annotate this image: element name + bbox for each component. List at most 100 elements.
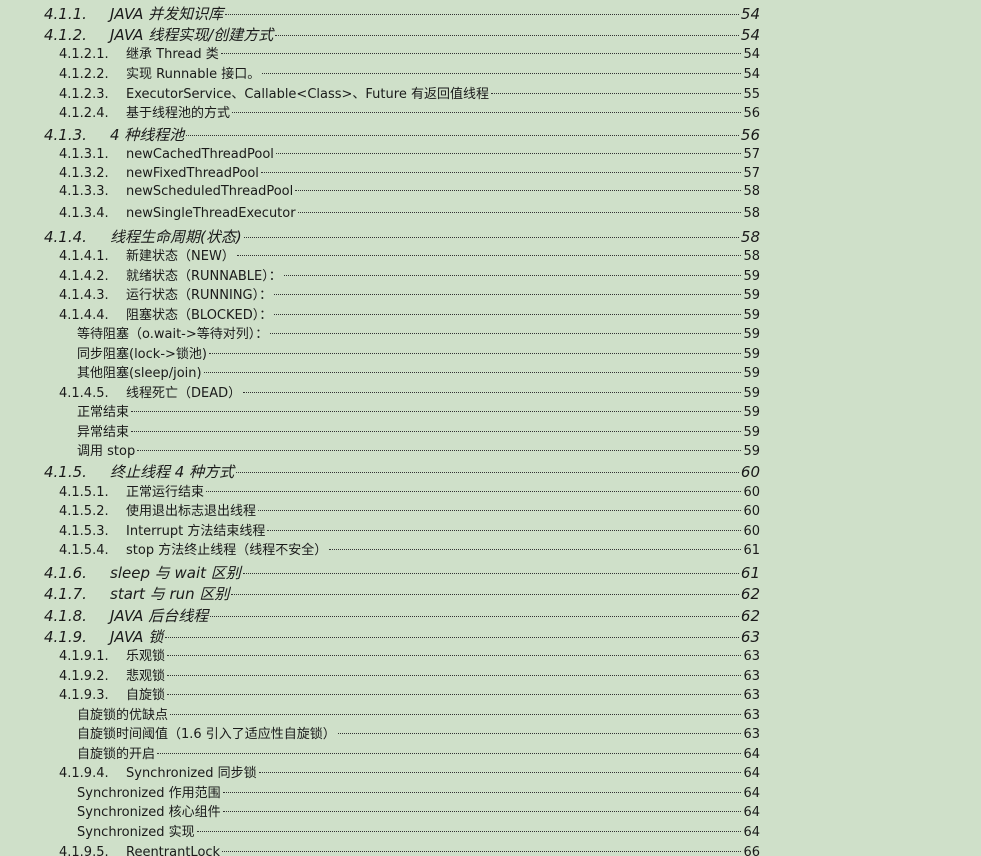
- toc-entry[interactable]: 4.1.4.4. 阻塞状态（BLOCKED）： 59: [0, 306, 981, 326]
- toc-entry[interactable]: 4.1.2.4. 基于线程池的方式 56: [0, 104, 981, 124]
- toc-entry-link[interactable]: ReentrantLock 66: [126, 843, 760, 856]
- toc-entry[interactable]: Synchronized 作用范围 64: [0, 784, 981, 804]
- toc-entry[interactable]: 异常结束 59: [0, 423, 981, 443]
- toc-entry[interactable]: 4.1.9.3. 自旋锁 63: [0, 686, 981, 706]
- toc-entry[interactable]: 4.1.9.2. 悲观锁 63: [0, 667, 981, 687]
- toc-entry[interactable]: 4.1.9.5. ReentrantLock 66: [0, 843, 981, 856]
- toc-entry[interactable]: 4.1.8. JAVA 后台线程 62: [0, 606, 981, 626]
- toc-entry-link[interactable]: 自旋锁的优缺点 63: [77, 706, 760, 726]
- toc-entry-link[interactable]: 线程死亡（DEAD） 59: [126, 384, 760, 404]
- toc-entry-link[interactable]: 自旋锁 63: [126, 686, 760, 706]
- dot-leader: [167, 694, 742, 695]
- toc-entry-link[interactable]: ExecutorService、Callable<Class>、Future 有…: [126, 85, 760, 105]
- toc-entry[interactable]: 4.1.4.3. 运行状态（RUNNING）： 59: [0, 286, 981, 306]
- toc-entry[interactable]: 4.1.5.2. 使用退出标志退出线程 60: [0, 502, 981, 522]
- toc-entry-link[interactable]: 调用 stop 59: [77, 442, 760, 462]
- toc-entry-link[interactable]: 4 种线程池 56: [110, 125, 760, 145]
- toc-entry[interactable]: 4.1.3. 4 种线程池 56: [0, 125, 981, 145]
- toc-entry-link[interactable]: JAVA 后台线程 62: [110, 606, 760, 626]
- toc-entry[interactable]: 4.1.9.4. Synchronized 同步锁 64: [0, 764, 981, 784]
- toc-entry-link[interactable]: 等待阻塞（o.wait->等待对列）： 59: [77, 325, 760, 345]
- toc-entry[interactable]: 等待阻塞（o.wait->等待对列）： 59: [0, 325, 981, 345]
- toc-entry-link[interactable]: sleep 与 wait 区别 61: [110, 563, 760, 583]
- toc-entry[interactable]: 4.1.9.1. 乐观锁 63: [0, 647, 981, 667]
- toc-entry-link[interactable]: 基于线程池的方式 56: [126, 104, 760, 124]
- toc-entry[interactable]: 4.1.5.3. Interrupt 方法结束线程 60: [0, 522, 981, 542]
- toc-entry[interactable]: 调用 stop 59: [0, 442, 981, 462]
- toc-entry-link[interactable]: 自旋锁的开启 64: [77, 745, 760, 765]
- toc-entry-link[interactable]: newSingleThreadExecutor 58: [126, 204, 760, 224]
- toc-entry[interactable]: 4.1.2.1. 继承 Thread 类 54: [0, 45, 981, 65]
- toc-entry-title: Synchronized 实现: [77, 825, 195, 840]
- toc-entry-number: 4.1.4.2.: [59, 269, 109, 284]
- toc-entry[interactable]: 4.1.2.3. ExecutorService、Callable<Class>、…: [0, 85, 981, 105]
- toc-entry[interactable]: 4.1.3.4. newSingleThreadExecutor 58: [0, 204, 981, 224]
- toc-entry[interactable]: 正常结束 59: [0, 403, 981, 423]
- toc-entry-link[interactable]: 线程生命周期(状态) 58: [110, 227, 760, 247]
- toc-entry-title: stop 方法终止线程（线程不安全）: [126, 543, 328, 558]
- toc-entry[interactable]: 4.1.4.5. 线程死亡（DEAD） 59: [0, 384, 981, 404]
- toc-entry-link[interactable]: Synchronized 核心组件 64: [77, 803, 760, 823]
- toc-entry-title: 运行状态（RUNNING）：: [126, 288, 273, 303]
- toc-entry-link[interactable]: newFixedThreadPool 57: [126, 164, 760, 184]
- toc-entry[interactable]: 4.1.7. start 与 run 区别 62: [0, 584, 981, 604]
- toc-entry[interactable]: 4.1.3.1. newCachedThreadPool 57: [0, 145, 981, 165]
- toc-entry[interactable]: 4.1.4.2. 就绪状态（RUNNABLE）： 59: [0, 267, 981, 287]
- toc-entry[interactable]: 4.1.1. JAVA 并发知识库 54: [0, 4, 981, 24]
- toc-entry[interactable]: 4.1.5. 终止线程 4 种方式 60: [0, 462, 981, 482]
- toc-entry-link[interactable]: JAVA 并发知识库 54: [110, 4, 760, 24]
- toc-entry-number: 4.1.4.3.: [59, 288, 109, 303]
- toc-entry[interactable]: 其他阻塞(sleep/join) 59: [0, 364, 981, 384]
- dot-leader: [258, 510, 742, 511]
- toc-entry-link[interactable]: 正常结束 59: [77, 403, 760, 423]
- toc-entry[interactable]: 4.1.5.1. 正常运行结束 60: [0, 483, 981, 503]
- toc-entry[interactable]: Synchronized 核心组件 64: [0, 803, 981, 823]
- toc-entry-link[interactable]: 实现 Runnable 接口。 54: [126, 65, 760, 85]
- toc-entry[interactable]: 4.1.6. sleep 与 wait 区别 61: [0, 563, 981, 583]
- toc-entry-link[interactable]: 就绪状态（RUNNABLE）： 59: [126, 267, 760, 287]
- toc-entry-title: Synchronized 同步锁: [126, 766, 257, 781]
- toc-entry-link[interactable]: 运行状态（RUNNING）： 59: [126, 286, 760, 306]
- toc-entry-link[interactable]: Interrupt 方法结束线程 60: [126, 522, 760, 542]
- toc-entry-title: JAVA 锁: [110, 628, 164, 646]
- toc-entry-link[interactable]: Synchronized 作用范围 64: [77, 784, 760, 804]
- toc-entry[interactable]: 4.1.3.2. newFixedThreadPool 57: [0, 164, 981, 184]
- toc-entry[interactable]: 自旋锁的优缺点 63: [0, 706, 981, 726]
- toc-entry-link[interactable]: 新建状态（NEW） 58: [126, 247, 760, 267]
- toc-entry-page-number: 64: [743, 766, 760, 781]
- dot-leader: [231, 594, 739, 595]
- toc-entry-link[interactable]: newScheduledThreadPool 58: [126, 182, 760, 202]
- toc-entry-link[interactable]: 继承 Thread 类 54: [126, 45, 760, 65]
- toc-entry[interactable]: 4.1.4.1. 新建状态（NEW） 58: [0, 247, 981, 267]
- toc-entry-page-number: 57: [743, 166, 760, 181]
- toc-entry-link[interactable]: start 与 run 区别 62: [110, 584, 760, 604]
- toc-entry[interactable]: 4.1.2. JAVA 线程实现/创建方式 54: [0, 25, 981, 45]
- toc-entry-link[interactable]: JAVA 线程实现/创建方式 54: [110, 25, 760, 45]
- toc-entry-link[interactable]: 其他阻塞(sleep/join) 59: [77, 364, 760, 384]
- toc-entry[interactable]: 4.1.2.2. 实现 Runnable 接口。 54: [0, 65, 981, 85]
- toc-entry-link[interactable]: Synchronized 实现 64: [77, 823, 760, 843]
- toc-entry-link[interactable]: 悲观锁 63: [126, 667, 760, 687]
- toc-entry[interactable]: 同步阻塞(lock->锁池) 59: [0, 345, 981, 365]
- toc-entry-page-number: 54: [743, 47, 760, 62]
- toc-entry-link[interactable]: newCachedThreadPool 57: [126, 145, 760, 165]
- toc-entry-link[interactable]: 使用退出标志退出线程 60: [126, 502, 760, 522]
- toc-entry[interactable]: 4.1.9. JAVA 锁 63: [0, 627, 981, 647]
- toc-entry-link[interactable]: 终止线程 4 种方式 60: [110, 462, 760, 482]
- toc-entry[interactable]: 4.1.3.3. newScheduledThreadPool 58: [0, 182, 981, 202]
- toc-entry[interactable]: 4.1.5.4. stop 方法终止线程（线程不安全） 61: [0, 541, 981, 561]
- toc-entry-link[interactable]: JAVA 锁 63: [110, 627, 760, 647]
- toc-entry-link[interactable]: 同步阻塞(lock->锁池) 59: [77, 345, 760, 365]
- toc-entry-link[interactable]: 乐观锁 63: [126, 647, 760, 667]
- toc-entry[interactable]: Synchronized 实现 64: [0, 823, 981, 843]
- toc-entry-link[interactable]: 自旋锁时间阈值（1.6 引入了适应性自旋锁） 63: [77, 725, 760, 745]
- toc-entry-number: 4.1.3.: [44, 126, 87, 144]
- toc-entry-link[interactable]: Synchronized 同步锁 64: [126, 764, 760, 784]
- toc-entry[interactable]: 自旋锁的开启 64: [0, 745, 981, 765]
- toc-entry-link[interactable]: 正常运行结束 60: [126, 483, 760, 503]
- toc-entry-link[interactable]: 阻塞状态（BLOCKED）： 59: [126, 306, 760, 326]
- toc-entry-link[interactable]: stop 方法终止线程（线程不安全） 61: [126, 541, 760, 561]
- toc-entry-link[interactable]: 异常结束 59: [77, 423, 760, 443]
- toc-entry[interactable]: 自旋锁时间阈值（1.6 引入了适应性自旋锁） 63: [0, 725, 981, 745]
- toc-entry[interactable]: 4.1.4. 线程生命周期(状态) 58: [0, 227, 981, 247]
